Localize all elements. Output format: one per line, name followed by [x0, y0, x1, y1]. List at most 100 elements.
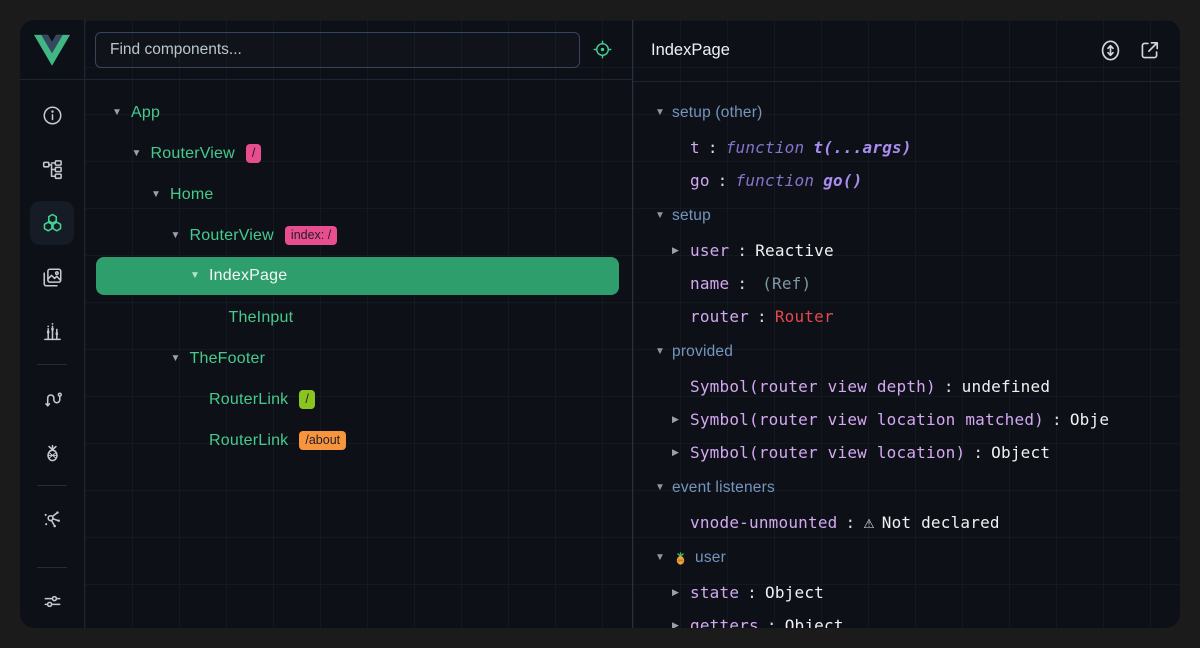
section-header-user[interactable]: ▼user	[633, 539, 1180, 576]
sidebar-item-components[interactable]	[30, 201, 74, 245]
chevron-down-icon[interactable]: ▼	[112, 108, 131, 118]
property-key: getters	[690, 616, 759, 628]
property-value: (Ref)	[755, 274, 811, 293]
sidebar-divider	[37, 364, 67, 365]
sidebar-item-component-tree[interactable]	[30, 147, 74, 191]
colon: :	[708, 138, 718, 157]
property-row-getters[interactable]: ▶getters: Object	[633, 609, 1180, 628]
colon: :	[737, 274, 747, 293]
scroll-to-component-icon	[1098, 38, 1123, 63]
property-row-router[interactable]: router: Router	[633, 300, 1180, 333]
property-key: t	[690, 138, 700, 157]
colon: :	[973, 443, 983, 462]
chevron-down-icon[interactable]: ▼	[190, 271, 209, 281]
timeline-icon	[41, 320, 64, 343]
assets-icon	[41, 266, 64, 289]
tree-node-label: RouterView	[151, 145, 235, 163]
sidebar-item-timeline[interactable]	[30, 309, 74, 353]
tree-node-home[interactable]: ▼Home	[85, 174, 632, 215]
tree-node-theinput[interactable]: TheInput	[85, 297, 632, 338]
property-row-t[interactable]: t:functiont(...args)	[633, 131, 1180, 164]
scroll-to-component-button[interactable]	[1098, 38, 1123, 63]
chevron-right-icon[interactable]: ▶	[672, 245, 690, 256]
property-value: functiongo()	[736, 171, 863, 190]
tree-node-label: TheFooter	[190, 350, 266, 368]
section-label: provided	[672, 343, 733, 361]
property-row-symbol-router-view-depth-[interactable]: Symbol(router view depth):undefined	[633, 370, 1180, 403]
tree-node-thefooter[interactable]: ▼TheFooter	[85, 338, 632, 379]
section-header-provided[interactable]: ▼provided	[633, 333, 1180, 370]
component-picker-button[interactable]	[580, 30, 624, 70]
colon: :	[767, 616, 777, 628]
search-input[interactable]	[95, 32, 580, 68]
tree-node-label: App	[131, 104, 160, 122]
property-row-user[interactable]: ▶user:Reactive	[633, 234, 1180, 267]
route-badge: /	[299, 390, 314, 410]
chevron-right-icon[interactable]: ▶	[672, 620, 690, 628]
pinia-emoji	[672, 549, 689, 566]
property-key: state	[690, 583, 739, 602]
page-title: IndexPage	[651, 41, 1084, 60]
property-value: Obje	[1070, 410, 1109, 429]
route-badge: index: /	[285, 226, 337, 246]
property-row-name[interactable]: name:(Ref)	[633, 267, 1180, 300]
colon: :	[737, 241, 747, 260]
chevron-down-icon: ▼	[655, 483, 672, 493]
property-value: undefined	[962, 377, 1051, 396]
tree-node-label: Home	[170, 186, 213, 204]
sidebar-item-settings[interactable]	[30, 579, 74, 623]
components-icon	[41, 212, 64, 235]
tree-node-label: TheInput	[229, 309, 294, 327]
section-header-event-listeners[interactable]: ▼event listeners	[633, 469, 1180, 506]
tree-node-routerview[interactable]: ▼RouterView index: /	[85, 215, 632, 256]
colon: :	[747, 583, 757, 602]
sidebar-item-info[interactable]	[30, 93, 74, 137]
section-header-setup-other-[interactable]: ▼setup (other)	[633, 94, 1180, 131]
tree-node-routerlink[interactable]: RouterLink/about	[85, 420, 632, 461]
property-value: Router	[775, 307, 834, 326]
chevron-down-icon[interactable]: ▼	[171, 354, 190, 364]
property-row-vnode-unmounted[interactable]: vnode-unmounted:⚠Not declared	[633, 506, 1180, 539]
chevron-down-icon[interactable]: ▼	[151, 190, 170, 200]
chevron-down-icon: ▼	[655, 211, 672, 221]
property-value: Object	[785, 616, 844, 628]
open-in-editor-button[interactable]	[1137, 38, 1162, 63]
colon: :	[1052, 410, 1062, 429]
sidebar-item-assets[interactable]	[30, 255, 74, 299]
tree-node-routerview[interactable]: ▼RouterView/	[85, 133, 632, 174]
section-header-setup[interactable]: ▼setup	[633, 197, 1180, 234]
chevron-down-icon[interactable]: ▼	[171, 231, 190, 241]
sidebar-item-graph[interactable]	[30, 497, 74, 541]
property-key: vnode-unmounted	[690, 513, 838, 532]
inspector-actions	[1084, 38, 1162, 63]
property-key: router	[690, 307, 749, 326]
vue-devtools-window: ▼App▼RouterView/▼Home▼RouterViewindex: /…	[20, 20, 1180, 628]
tree-header	[85, 20, 632, 80]
chevron-right-icon[interactable]: ▶	[672, 447, 690, 458]
chevron-right-icon[interactable]: ▶	[672, 414, 690, 425]
router-icon	[41, 387, 64, 410]
chevron-down-icon: ▼	[655, 108, 672, 118]
property-key: Symbol(router view depth)	[690, 377, 936, 396]
section-label: event listeners	[672, 479, 775, 497]
sidebar-item-router[interactable]	[30, 376, 74, 420]
chevron-down-icon[interactable]: ▼	[132, 149, 151, 159]
property-row-symbol-router-view-location-matched-[interactable]: ▶Symbol(router view location matched):Ob…	[633, 403, 1180, 436]
sidebar-item-pinia[interactable]	[30, 430, 74, 474]
tree-node-indexpage[interactable]: ▼IndexPage	[96, 257, 619, 295]
chevron-right-icon[interactable]: ▶	[672, 587, 690, 598]
colon: :	[757, 307, 767, 326]
route-badge: /about	[299, 431, 346, 451]
tree-node-routerlink[interactable]: RouterLink/	[85, 379, 632, 420]
property-row-state[interactable]: ▶state:Object	[633, 576, 1180, 609]
tree-node-label: RouterView	[190, 227, 274, 245]
property-row-go[interactable]: go:functiongo()	[633, 164, 1180, 197]
chevron-down-icon: ▼	[655, 347, 672, 357]
tree-node-label: IndexPage	[209, 267, 287, 285]
sidebar-divider	[37, 567, 67, 568]
tree-node-app[interactable]: ▼App	[85, 92, 632, 133]
component-tree-icon	[41, 158, 64, 181]
inspector-header: IndexPage	[633, 20, 1180, 82]
vue-logo	[20, 20, 84, 80]
property-row-symbol-router-view-location-[interactable]: ▶Symbol(router view location):Object	[633, 436, 1180, 469]
